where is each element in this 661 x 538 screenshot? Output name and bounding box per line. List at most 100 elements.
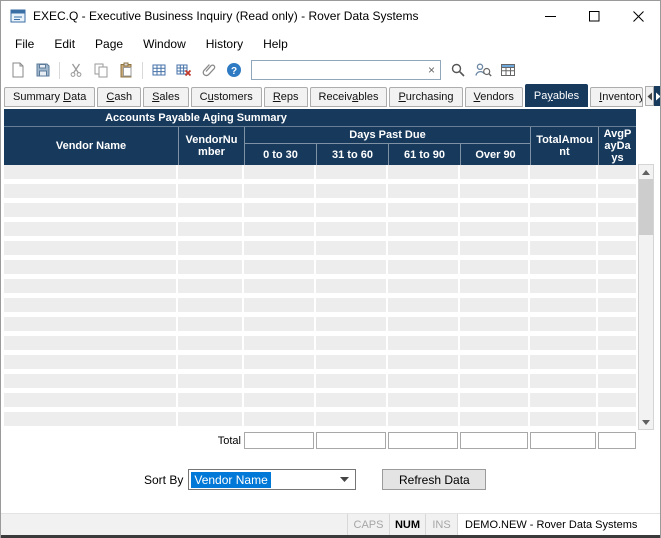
table-cell <box>244 184 316 203</box>
table-cell <box>178 298 244 317</box>
tab-cash[interactable]: Cash <box>97 87 141 107</box>
attach-button[interactable] <box>197 59 221 81</box>
tab-purchasing[interactable]: Purchasing <box>389 87 462 107</box>
menu-history[interactable]: History <box>196 34 253 54</box>
user-search-button[interactable] <box>471 59 495 81</box>
grid-remove-button[interactable] <box>172 59 196 81</box>
table-cell <box>598 260 636 279</box>
tab-sales[interactable]: Sales <box>143 87 189 107</box>
table-row[interactable] <box>4 260 636 279</box>
table-cell <box>530 317 598 336</box>
table-row[interactable] <box>4 165 636 184</box>
close-button[interactable] <box>616 1 660 31</box>
new-document-button[interactable] <box>6 59 30 81</box>
column-header-days-past-due[interactable]: Days Past Due <box>244 127 530 144</box>
table-scrollbar[interactable] <box>638 164 654 430</box>
table-cell <box>598 336 636 355</box>
scroll-up-button[interactable] <box>639 165 653 179</box>
table-cell <box>460 355 530 374</box>
table-row[interactable] <box>4 279 636 298</box>
table-row[interactable] <box>4 222 636 241</box>
tab-inventory[interactable]: Inventory <box>590 87 643 107</box>
menu-file[interactable]: File <box>5 34 44 54</box>
sort-by-dropdown[interactable]: Vendor Name <box>188 469 356 490</box>
table-cell <box>4 203 178 222</box>
column-header-avg-pay-days[interactable]: AvgPayDays <box>598 127 636 165</box>
search-input[interactable] <box>252 62 423 78</box>
table-cell <box>316 393 388 412</box>
tab-scroll-right-button[interactable] <box>654 86 661 106</box>
search-button[interactable] <box>446 59 470 81</box>
paste-button[interactable] <box>114 59 138 81</box>
menu-edit[interactable]: Edit <box>44 34 85 54</box>
table-cell <box>244 279 316 298</box>
table-cell <box>388 260 460 279</box>
table-row[interactable] <box>4 241 636 260</box>
save-button[interactable] <box>31 59 55 81</box>
column-header-0-to-30[interactable]: 0 to 30 <box>244 144 316 165</box>
caps-indicator: CAPS <box>347 514 389 535</box>
table-row[interactable] <box>4 317 636 336</box>
table-row[interactable] <box>4 355 636 374</box>
table-cell <box>178 184 244 203</box>
tab-reps[interactable]: Reps <box>264 87 308 107</box>
column-header-vendor-name[interactable]: Vendor Name <box>4 127 178 165</box>
minimize-button[interactable] <box>528 1 572 31</box>
maximize-button[interactable] <box>572 1 616 31</box>
table-cell <box>598 203 636 222</box>
tab-summary-data[interactable]: Summary Data <box>4 87 95 107</box>
help-button[interactable]: ? <box>222 59 246 81</box>
table-row[interactable] <box>4 184 636 203</box>
table-row[interactable] <box>4 203 636 222</box>
table-cell <box>598 298 636 317</box>
table-row[interactable] <box>4 336 636 355</box>
tab-receivables[interactable]: Receivables <box>310 87 388 107</box>
column-header-total-amount[interactable]: TotalAmount <box>530 127 598 165</box>
menu-help[interactable]: Help <box>253 34 298 54</box>
tab-vendors[interactable]: Vendors <box>465 87 523 107</box>
grid-remove-icon <box>176 62 192 78</box>
tab-customers[interactable]: Customers <box>191 87 262 107</box>
column-header-31-to-60[interactable]: 31 to 60 <box>316 144 388 165</box>
app-icon <box>10 8 26 24</box>
column-header-vendor-number[interactable]: VendorNumber <box>178 127 244 165</box>
table-cell <box>598 279 636 298</box>
table-row[interactable] <box>4 393 636 412</box>
user-search-icon <box>474 62 492 78</box>
table-cell <box>388 355 460 374</box>
table-cell <box>244 298 316 317</box>
sort-by-value: Vendor Name <box>191 472 270 488</box>
table-cell <box>530 222 598 241</box>
tab-payables[interactable]: Payables <box>525 84 588 107</box>
statusbar-spacer <box>1 514 347 535</box>
column-header-61-to-90[interactable]: 61 to 90 <box>388 144 460 165</box>
cut-button[interactable] <box>64 59 88 81</box>
tab-scroll-left-button[interactable] <box>645 86 654 106</box>
scroll-thumb[interactable] <box>639 179 653 235</box>
table-cell <box>598 222 636 241</box>
table-cell <box>598 374 636 393</box>
table-cell <box>316 298 388 317</box>
menu-page[interactable]: Page <box>85 34 133 54</box>
column-header-over-90[interactable]: Over 90 <box>460 144 530 165</box>
table-view-button[interactable] <box>496 59 520 81</box>
refresh-data-button[interactable]: Refresh Data <box>382 469 486 490</box>
table-cell <box>178 393 244 412</box>
table-cell <box>460 336 530 355</box>
table-row[interactable] <box>4 374 636 393</box>
total-cell-avg-pay-days <box>598 432 636 449</box>
table-row[interactable] <box>4 298 636 317</box>
table-row[interactable] <box>4 412 636 431</box>
toolbar: ? × <box>1 57 660 83</box>
table-cell <box>316 336 388 355</box>
table-cell <box>244 260 316 279</box>
table-cell <box>460 241 530 260</box>
grid-icon <box>151 62 167 78</box>
clear-icon[interactable]: × <box>423 64 440 76</box>
scroll-down-button[interactable] <box>639 415 653 429</box>
copy-button[interactable] <box>89 59 113 81</box>
search-box: × <box>251 60 441 80</box>
menu-window[interactable]: Window <box>133 34 196 54</box>
chevron-left-icon <box>646 92 653 101</box>
grid-view-button[interactable] <box>147 59 171 81</box>
